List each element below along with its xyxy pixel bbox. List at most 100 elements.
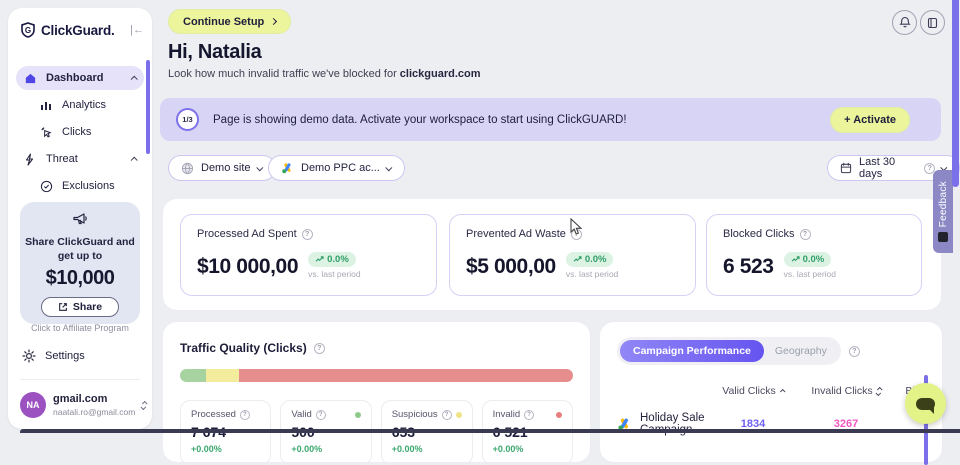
chat-bubble-icon <box>916 398 935 410</box>
change-badge: 0.0% <box>566 252 614 267</box>
workspace-switcher[interactable]: NA gmail.com naatali.ro@gmail.com <box>20 392 144 418</box>
sidebar-item-settings[interactable]: Settings <box>22 349 85 363</box>
info-icon[interactable]: ? <box>800 229 811 240</box>
setup-progress-badge: 1/3 <box>176 108 199 131</box>
svg-text:G: G <box>25 26 31 35</box>
info-icon[interactable]: ? <box>316 410 326 420</box>
stat-card-processed-ad-spent: Processed Ad Spent ? $10 000,00 0.0% vs.… <box>180 214 437 296</box>
home-icon <box>24 71 38 85</box>
demo-data-banner: 1/3 Page is showing demo data. Activate … <box>160 98 941 141</box>
change-badge: 0.0% <box>784 252 832 267</box>
sidebar: G ClickGuard. |← Dashboard Analytics Cli… <box>8 8 152 429</box>
page-scrollbar[interactable] <box>952 0 959 187</box>
notifications-button[interactable] <box>892 10 917 35</box>
globe-icon <box>181 162 194 175</box>
sidebar-item-label: Exclusions <box>62 180 115 192</box>
chevron-up-icon <box>131 75 138 82</box>
window-bottom-edge <box>20 429 960 433</box>
traffic-quality-panel: Traffic Quality (Clicks) ? Processed? 7 … <box>163 322 590 462</box>
sidebar-item-dashboard[interactable]: Dashboard <box>16 66 144 90</box>
gear-icon <box>22 349 36 363</box>
continue-setup-button[interactable]: Continue Setup <box>168 9 291 34</box>
site-filter-dropdown[interactable]: Demo site <box>168 155 276 181</box>
google-ads-icon <box>281 162 294 174</box>
user-email: naatali.ro@gmail.com <box>53 407 135 417</box>
trend-up-icon <box>315 256 324 263</box>
workspace-name: gmail.com <box>53 393 135 406</box>
sidebar-scrollbar[interactable] <box>146 60 150 154</box>
book-icon <box>927 17 938 29</box>
tq-change: +0.00% <box>291 444 360 454</box>
sidebar-collapse-icon[interactable]: |← <box>130 24 144 36</box>
share-button[interactable]: Share <box>41 297 119 317</box>
bar-segment-suspicious <box>206 369 240 382</box>
info-icon[interactable]: ? <box>849 346 860 357</box>
traffic-quality-stacked-bar <box>180 369 573 382</box>
column-valid-clicks[interactable]: Valid Clicks <box>709 385 797 397</box>
trend-up-icon <box>573 256 582 263</box>
info-icon[interactable]: ? <box>442 410 452 420</box>
promo-footer: Click to Affiliate Program <box>20 323 140 333</box>
chevron-down-icon <box>256 164 263 171</box>
stat-label: Prevented Ad Waste <box>466 228 566 240</box>
tab-geography[interactable]: Geography <box>764 340 838 362</box>
feedback-tab[interactable]: Feedback <box>933 170 953 253</box>
chevron-right-icon <box>270 18 277 25</box>
ppc-account-dropdown[interactable]: Demo PPC ac... <box>268 155 405 181</box>
external-link-icon <box>58 302 68 312</box>
activate-button[interactable]: + Activate <box>830 107 910 133</box>
brand-logo: G ClickGuard. |← <box>20 22 144 38</box>
sidebar-item-label: Clicks <box>62 126 91 138</box>
date-range-value: Last 30 days <box>859 156 917 180</box>
avatar: NA <box>20 392 46 418</box>
sidebar-item-analytics[interactable]: Analytics <box>16 93 144 117</box>
chevron-down-icon <box>385 164 392 171</box>
promo-amount: $10,000 <box>20 267 140 290</box>
campaign-performance-panel: Campaign Performance Geography ? Valid C… <box>600 322 942 462</box>
tab-campaign-performance[interactable]: Campaign Performance <box>620 340 764 362</box>
workspace-domain: clickguard.com <box>400 68 481 80</box>
stat-label: Processed Ad Spent <box>197 228 297 240</box>
bar-segment-valid <box>180 369 206 382</box>
tq-change: +0.00% <box>392 444 462 454</box>
trend-up-icon <box>791 256 800 263</box>
chevron-up-icon <box>131 156 138 163</box>
sort-asc-icon <box>780 389 786 395</box>
sidebar-item-exclusions[interactable]: Exclusions <box>16 174 144 198</box>
info-icon[interactable]: ? <box>524 410 534 420</box>
chat-widget-button[interactable] <box>905 383 946 424</box>
info-icon[interactable]: ? <box>314 343 325 354</box>
stat-value: $5 000,00 <box>466 255 556 279</box>
invalid-dot <box>556 412 562 418</box>
lightning-icon <box>24 152 38 166</box>
bell-icon <box>899 16 911 29</box>
info-icon[interactable]: ? <box>571 229 582 240</box>
affiliate-promo-card[interactable]: Share ClickGuard and get up to $10,000 S… <box>20 202 140 324</box>
settings-label: Settings <box>45 350 85 362</box>
shield-logo-icon: G <box>20 22 36 38</box>
sidebar-item-threat[interactable]: Threat <box>16 147 144 171</box>
traffic-quality-title: Traffic Quality (Clicks) <box>180 341 307 355</box>
docs-button[interactable] <box>920 10 945 35</box>
column-invalid-clicks[interactable]: Invalid Clicks <box>797 385 895 397</box>
sidebar-item-label: Dashboard <box>46 72 103 84</box>
stat-value: $10 000,00 <box>197 255 298 279</box>
chevron-up-down-icon <box>142 401 146 410</box>
click-cursor-icon <box>40 125 54 139</box>
info-icon[interactable]: ? <box>302 229 313 240</box>
brand-name: ClickGuard. <box>41 23 115 38</box>
megaphone-icon <box>72 212 89 227</box>
promo-title: Share ClickGuard and get up to <box>20 235 140 263</box>
sidebar-divider <box>20 379 140 380</box>
suspicious-dot <box>456 412 462 418</box>
tq-change: +0.00% <box>493 444 562 454</box>
info-icon[interactable]: ? <box>240 410 250 420</box>
analytics-icon <box>40 98 54 112</box>
compare-label: vs. last period <box>784 269 836 279</box>
bar-segment-invalid <box>239 369 573 382</box>
table-header: Valid Clicks Invalid Clicks Bl <box>617 385 925 397</box>
tq-change: +0.00% <box>191 444 260 454</box>
change-badge: 0.0% <box>308 252 356 267</box>
sidebar-item-clicks[interactable]: Clicks <box>16 120 144 144</box>
sidebar-item-label: Threat <box>46 153 78 165</box>
